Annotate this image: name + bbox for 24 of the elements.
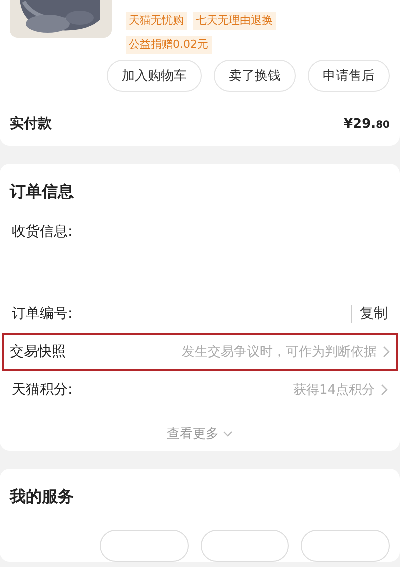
service-button[interactable]	[301, 530, 390, 562]
section-title: 订单信息	[10, 181, 75, 203]
row-label: 收货信息:	[12, 223, 73, 241]
action-button[interactable]: 申请售后	[308, 60, 390, 92]
action-button[interactable]: 加入购物车	[107, 60, 202, 92]
row-label: 天猫积分:	[12, 381, 73, 399]
service-tag: 天猫无忧购	[126, 12, 187, 30]
service-button[interactable]	[200, 530, 290, 562]
row-label: 交易快照	[10, 343, 66, 361]
chevron-down-icon	[223, 431, 233, 437]
payment-label: 实付款	[10, 115, 52, 133]
row-label: 订单编号:	[12, 305, 73, 323]
payment-amount: ¥29.80	[344, 116, 390, 132]
section-title: 我的服务	[10, 486, 75, 508]
action-button[interactable]: 卖了换钱	[214, 60, 296, 92]
service-tag: 七天无理由退换	[193, 12, 276, 30]
chevron-right-icon	[381, 384, 388, 396]
copy-button[interactable]: 复制	[351, 305, 388, 323]
row-hint: 发生交易争议时，可作为判断依据	[182, 344, 377, 361]
row-hint: 获得14点积分	[293, 382, 375, 399]
highlighted-row[interactable]: 交易快照 发生交易争议时，可作为判断依据	[2, 333, 398, 371]
service-tag: 公益捐赠0.02元	[126, 36, 212, 54]
chevron-right-icon	[383, 346, 390, 358]
service-button[interactable]	[100, 530, 189, 562]
